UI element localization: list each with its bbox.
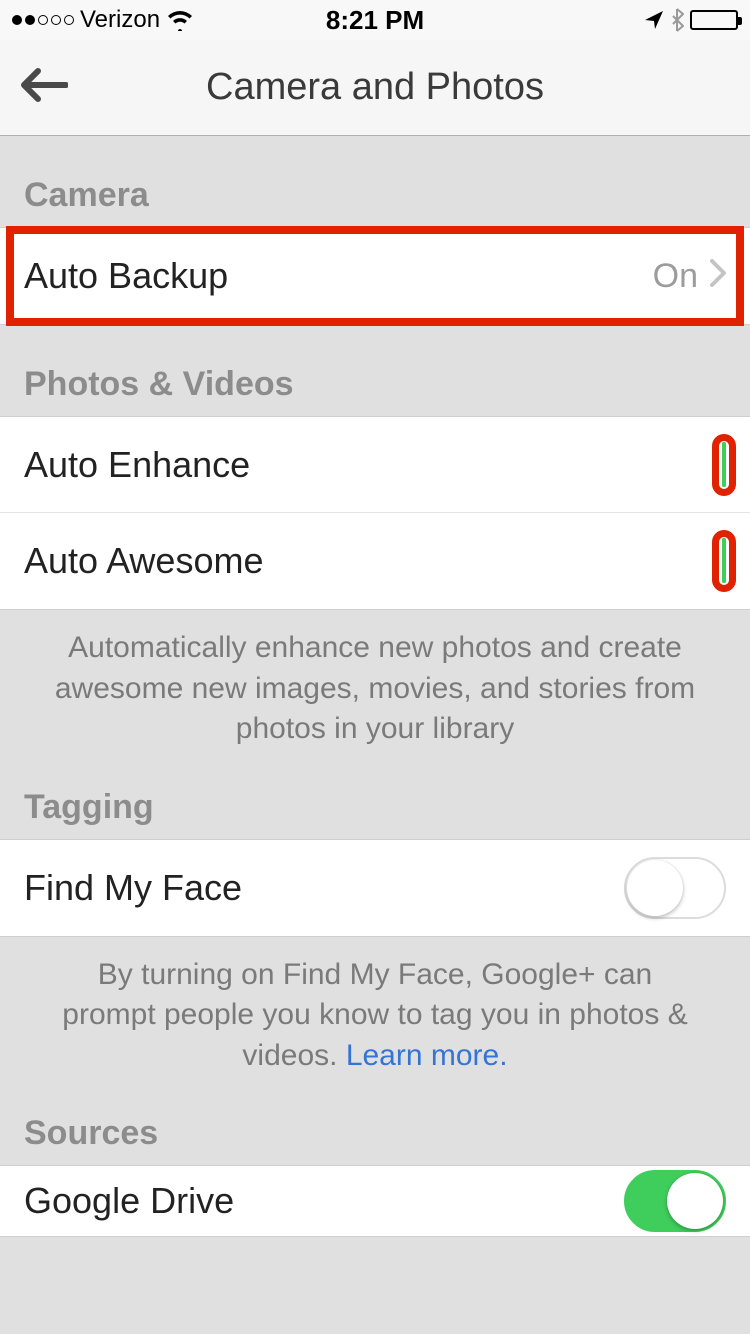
- row-auto-enhance: Auto Enhance: [0, 417, 750, 513]
- auto-enhance-toggle-highlight: [722, 444, 726, 486]
- row-find-my-face: Find My Face: [0, 840, 750, 936]
- status-left: Verizon: [12, 6, 194, 34]
- auto-awesome-toggle[interactable]: [722, 538, 726, 583]
- wifi-icon: [166, 9, 194, 31]
- status-right: [644, 8, 738, 32]
- auto-enhance-label: Auto Enhance: [24, 444, 722, 486]
- auto-backup-value: On: [653, 257, 726, 296]
- chevron-right-icon: [710, 259, 726, 293]
- carrier-label: Verizon: [80, 6, 160, 34]
- status-bar: Verizon 8:21 PM: [0, 0, 750, 40]
- auto-awesome-toggle-highlight: [722, 540, 726, 582]
- learn-more-link[interactable]: Learn more.: [346, 1039, 508, 1072]
- back-button[interactable]: [20, 65, 68, 110]
- settings-content: Camera Auto Backup On Photos & Videos Au…: [0, 136, 750, 1237]
- auto-enhance-toggle[interactable]: [722, 442, 726, 487]
- bluetooth-icon: [670, 8, 684, 32]
- find-my-face-toggle[interactable]: [624, 857, 726, 919]
- google-drive-label: Google Drive: [24, 1180, 624, 1222]
- row-auto-awesome: Auto Awesome: [0, 513, 750, 609]
- page-title: Camera and Photos: [0, 66, 750, 109]
- tagging-footer: By turning on Find My Face, Google+ can …: [0, 937, 750, 1095]
- section-header-tagging: Tagging: [0, 768, 750, 839]
- section-header-sources: Sources: [0, 1094, 750, 1165]
- photos-videos-footer: Automatically enhance new photos and cre…: [0, 610, 750, 768]
- battery-icon: [690, 10, 738, 30]
- nav-bar: Camera and Photos: [0, 40, 750, 136]
- section-header-camera: Camera: [0, 136, 750, 227]
- google-drive-toggle[interactable]: [624, 1170, 726, 1232]
- find-my-face-label: Find My Face: [24, 867, 624, 909]
- section-header-photos-videos: Photos & Videos: [0, 325, 750, 416]
- auto-backup-value-text: On: [653, 257, 698, 296]
- row-google-drive: Google Drive: [0, 1166, 750, 1236]
- auto-awesome-label: Auto Awesome: [24, 540, 722, 582]
- auto-backup-label: Auto Backup: [24, 255, 653, 297]
- row-auto-backup[interactable]: Auto Backup On: [0, 228, 750, 324]
- signal-strength-icon: [12, 15, 74, 25]
- location-icon: [644, 10, 664, 30]
